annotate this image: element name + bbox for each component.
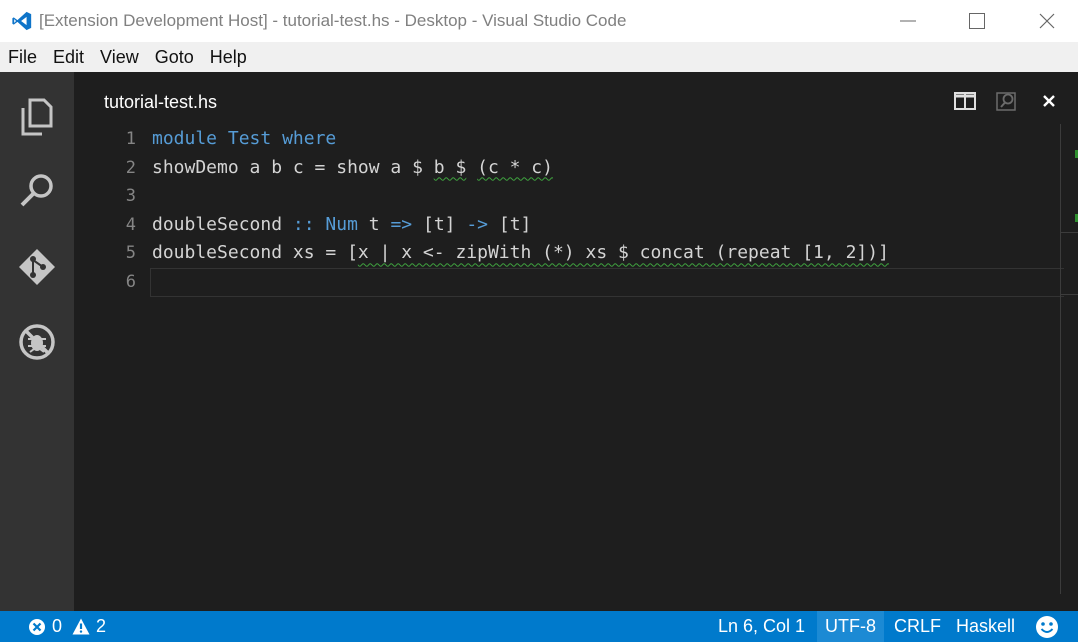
menu-goto[interactable]: Goto: [147, 42, 202, 72]
line-number: 2: [125, 157, 136, 178]
menu-bar: File Edit View Goto Help: [0, 42, 1078, 72]
code-line[interactable]: 3: [74, 182, 1064, 211]
line-text: doubleSecond xs = [x | x <- zipWith (*) …: [152, 239, 889, 268]
code-token: ::: [292, 213, 315, 235]
current-line-highlight: [150, 267, 1064, 297]
close-icon: [1043, 95, 1055, 107]
line-text: doubleSecond :: Num t => [t] -> [t]: [152, 211, 531, 240]
error-count: 0: [52, 616, 63, 636]
code-token: doubleSecond xs = [: [152, 242, 358, 264]
code-token: Test: [227, 128, 272, 149]
source-control-button[interactable]: [0, 230, 74, 304]
explorer-button[interactable]: [0, 80, 74, 154]
line-text: module Test where: [152, 125, 336, 154]
code-token: t: [357, 213, 391, 235]
overview-divider: [1061, 294, 1078, 295]
error-icon: [29, 618, 45, 635]
activity-bar: [0, 72, 74, 611]
eol-selector[interactable]: CRLF: [894, 611, 941, 642]
line-number: 1: [125, 129, 136, 149]
editor-area: tutorial-test.hs 1 module Test where 2 show…: [74, 72, 1078, 611]
status-bar: 0 2 Ln 6, Col 1 UTF-8 CRLF Haskell: [0, 611, 1078, 642]
maximize-icon: [969, 13, 985, 29]
code-token: where: [282, 128, 337, 149]
code-token: [t]: [488, 213, 532, 235]
code-token: Num: [325, 213, 358, 235]
encoding-selector[interactable]: UTF-8: [817, 611, 884, 642]
menu-edit[interactable]: Edit: [45, 42, 92, 72]
line-number: 6: [125, 271, 136, 292]
close-editor-button[interactable]: [1036, 88, 1062, 114]
line-number: 4: [125, 214, 136, 235]
open-preview-button[interactable]: [994, 88, 1020, 114]
warning-squiggle-token: (c * c): [477, 156, 553, 178]
minimize-icon: [900, 20, 916, 22]
menu-file[interactable]: File: [0, 42, 45, 72]
maximize-button[interactable]: [942, 0, 1012, 42]
code-editor[interactable]: 1 module Test where 2 showDemo a b c = show…: [74, 125, 1064, 297]
overview-ruler[interactable]: [1060, 124, 1078, 594]
line-text: showDemo a b c = show a $ b $ (c * c): [152, 154, 553, 183]
overview-divider: [1061, 232, 1078, 233]
vscode-logo-icon: [12, 11, 32, 31]
search-view-button[interactable]: [0, 154, 74, 228]
language-mode-selector[interactable]: Haskell: [956, 611, 1015, 642]
code-token: showDemo a b c = show a $: [152, 156, 434, 178]
code-line[interactable]: 5 doubleSecond xs = [x | x <- zipWith (*)…: [74, 239, 1064, 268]
warning-squiggle-token: x | x <- zipWith (*) xs $ concat (repeat…: [357, 242, 889, 264]
menu-help[interactable]: Help: [202, 42, 255, 72]
line-number: 3: [125, 186, 136, 207]
code-token: ->: [466, 213, 489, 235]
warning-squiggle-token: b $: [433, 156, 467, 178]
line-number: 5: [125, 243, 136, 264]
close-icon: [1039, 13, 1055, 29]
code-line[interactable]: 1 module Test where: [74, 125, 1064, 154]
editor-tab-title[interactable]: tutorial-test.hs: [104, 92, 217, 113]
close-window-button[interactable]: [1012, 0, 1078, 42]
warning-icon: [72, 618, 90, 635]
code-token: doubleSecond: [152, 213, 293, 235]
warning-count: 2: [96, 616, 107, 636]
window-title: [Extension Development Host] - tutorial-…: [39, 11, 627, 30]
code-line[interactable]: 2 showDemo a b c = show a $ b $ (c * c): [74, 154, 1064, 183]
files-icon: [21, 98, 53, 136]
feedback-button[interactable]: [1035, 611, 1059, 642]
code-token: [t]: [412, 213, 467, 235]
search-icon: [20, 174, 53, 207]
preview-search-icon: [996, 92, 1016, 111]
problems-indicator[interactable]: 0 2: [28, 611, 116, 642]
debug-icon: [19, 324, 55, 360]
code-line[interactable]: 4 doubleSecond :: Num t => [t] -> [t]: [74, 211, 1064, 240]
split-editor-icon: [954, 92, 976, 110]
code-token: =>: [390, 213, 413, 235]
code-token: module: [152, 128, 218, 149]
debug-view-button[interactable]: [0, 305, 74, 379]
title-bar: [Extension Development Host] - tutorial-…: [0, 0, 1078, 42]
cursor-position[interactable]: Ln 6, Col 1: [718, 611, 805, 642]
smiley-icon: [1036, 615, 1058, 638]
minimize-button[interactable]: [873, 0, 943, 42]
git-icon: [19, 249, 55, 285]
menu-view[interactable]: View: [92, 42, 147, 72]
code-line[interactable]: 6: [74, 267, 1064, 297]
split-editor-button[interactable]: [952, 88, 978, 114]
